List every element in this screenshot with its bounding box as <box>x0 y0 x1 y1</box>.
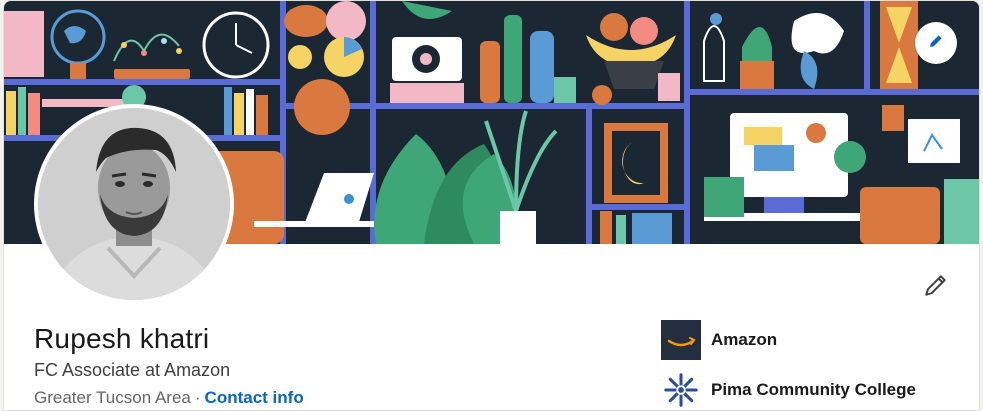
contact-info-link[interactable]: Contact info <box>205 388 304 407</box>
edit-cover-button[interactable] <box>915 22 957 64</box>
org-pima[interactable]: Pima Community College <box>661 370 916 410</box>
org-label: Amazon <box>711 330 778 349</box>
profile-name: Rupesh khatri <box>34 323 210 354</box>
profile-card: Rupesh khatri FC Associate at Amazon Gre… <box>3 0 980 411</box>
location-line: Greater Tucson Area · Contact info <box>34 388 304 408</box>
pencil-icon <box>927 32 945 55</box>
org-label: Pima Community College <box>711 380 916 399</box>
profile-location: Greater Tucson Area <box>34 388 191 407</box>
org-amazon[interactable]: Amazon <box>661 320 777 360</box>
amazon-logo-icon <box>661 320 701 360</box>
pencil-icon <box>923 272 949 303</box>
edit-intro-button[interactable] <box>918 269 954 305</box>
profile-headline: FC Associate at Amazon <box>34 360 231 380</box>
avatar <box>38 108 230 300</box>
pima-logo-icon <box>661 370 701 410</box>
profile-photo[interactable] <box>34 104 234 304</box>
separator: · <box>194 388 201 407</box>
